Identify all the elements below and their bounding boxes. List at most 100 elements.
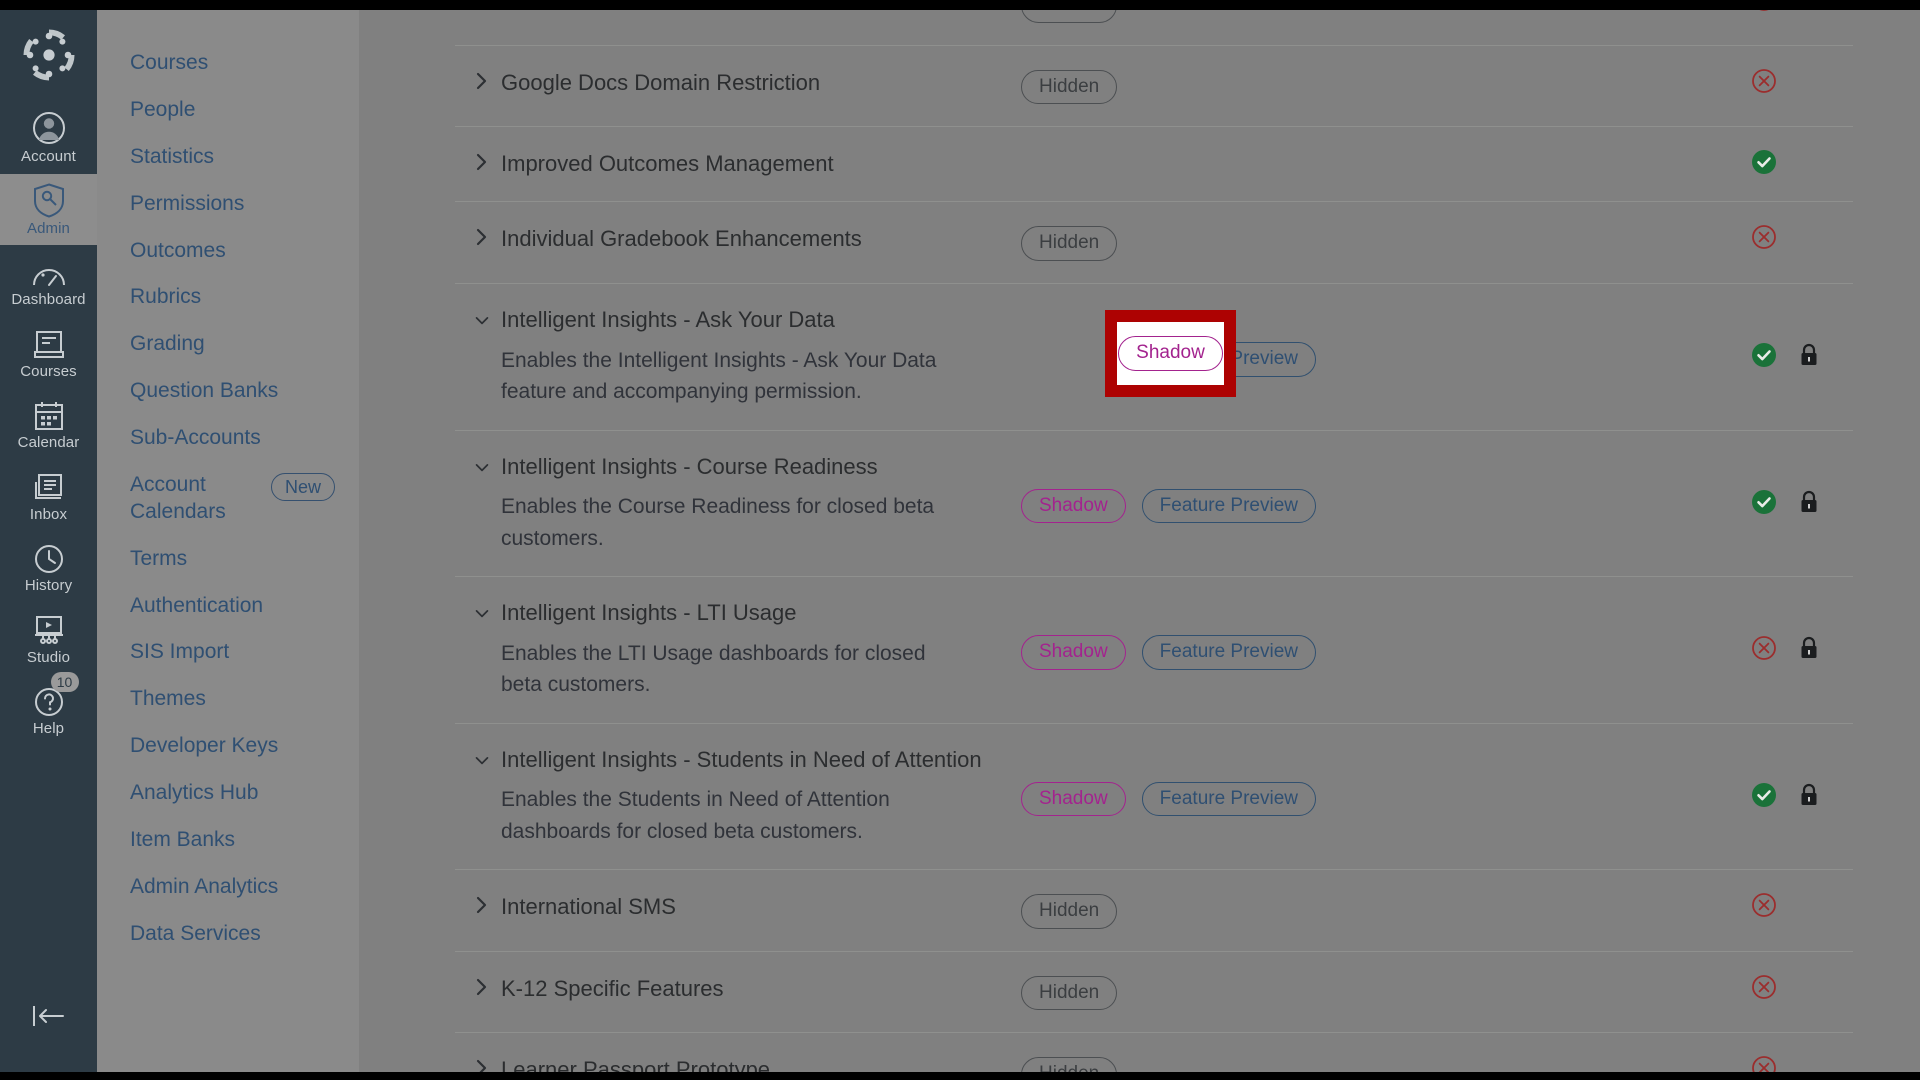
feature-flag-title: Intelligent Insights - Course Readiness (501, 453, 878, 479)
feature-flag-tags: Shadow Feature Preview (1021, 453, 1401, 524)
account-nav-item-authentication[interactable]: Authentication (97, 583, 359, 630)
account-nav-label: People (130, 97, 196, 121)
chevron-right-icon[interactable] (475, 978, 489, 996)
hidden-tag[interactable]: Hidden (1021, 894, 1118, 929)
global-nav-item-help[interactable]: 10 Help (0, 672, 97, 746)
account-nav-item-developer-keys[interactable]: Developer Keys (97, 723, 359, 770)
account-nav-item-rubrics[interactable]: Rubrics (97, 274, 359, 321)
global-nav-item-dashboard[interactable]: Dashboard (0, 245, 97, 317)
feature-flag-title: Intelligent Insights - LTI Usage (501, 600, 797, 626)
lock-icon (1799, 636, 1819, 660)
status-enabled-icon[interactable] (1751, 782, 1777, 808)
status-enabled-icon[interactable] (1751, 489, 1777, 515)
feature-flag-description: Enables the Intelligent Insights - Ask Y… (501, 348, 937, 404)
account-nav-label: Admin Analytics (130, 874, 279, 898)
shadow-tag[interactable]: Shadow (1021, 635, 1126, 670)
chevron-right-icon[interactable] (475, 153, 489, 171)
feature-flag-description: Enables the Students in Need of Attentio… (501, 788, 890, 843)
clock-icon (33, 537, 65, 575)
status-disabled-icon[interactable] (1751, 224, 1777, 250)
chevron-down-icon[interactable] (475, 608, 489, 620)
studio-screen-icon (31, 609, 67, 647)
status-disabled-icon[interactable] (1751, 892, 1777, 918)
global-nav-label: Help (32, 720, 65, 737)
feature-flag-tags: Shadow Feature Preview (1021, 599, 1401, 670)
global-nav-item-studio[interactable]: Studio (0, 603, 97, 675)
feature-flag-tags: Hidden (1021, 892, 1401, 929)
chevron-down-icon[interactable] (475, 755, 489, 767)
feature-flag-tags: Hidden (1021, 974, 1401, 1011)
gauge-icon (31, 251, 67, 289)
global-nav-label: Courses (20, 362, 77, 380)
account-nav-item-themes[interactable]: Themes (97, 676, 359, 723)
global-nav-item-courses[interactable]: Courses (0, 317, 97, 389)
shadow-tag[interactable]: Shadow (1021, 488, 1126, 524)
account-navigation: Courses People Statistics Permissions Ou… (97, 0, 359, 1080)
feature-flag-status (1721, 149, 1853, 175)
collapse-nav-icon[interactable] (23, 996, 75, 1036)
annotation-highlight-box: Shadow (1105, 310, 1236, 397)
account-nav-item-question-banks[interactable]: Question Banks (97, 368, 359, 415)
account-nav-item-data-services[interactable]: Data Services (97, 911, 359, 958)
global-nav-item-inbox[interactable]: Inbox (0, 460, 97, 532)
status-disabled-icon[interactable] (1751, 635, 1777, 661)
status-disabled-icon[interactable] (1751, 68, 1777, 94)
feature-flag-title: International SMS (501, 894, 676, 920)
global-nav-item-history[interactable]: History (0, 531, 97, 603)
account-nav-item-grading[interactable]: Grading (97, 321, 359, 368)
account-nav-label: Authentication (130, 593, 264, 617)
feature-preview-tag[interactable]: Feature Preview (1141, 488, 1317, 524)
account-nav-list: Courses People Statistics Permissions Ou… (97, 40, 359, 958)
account-nav-item-courses[interactable]: Courses (97, 40, 359, 87)
account-nav-item-permissions[interactable]: Permissions (97, 181, 359, 228)
shadow-tag[interactable]: Shadow (1021, 781, 1126, 817)
account-nav-item-people[interactable]: People (97, 87, 359, 134)
chevron-down-icon[interactable] (475, 462, 489, 474)
feature-flag-row: K-12 Specific Features Hidden (455, 952, 1853, 1034)
account-nav-item-statistics[interactable]: Statistics (97, 134, 359, 181)
feature-flag-row: Intelligent Insights - Students in Need … (455, 724, 1853, 871)
hidden-tag[interactable]: Hidden (1021, 975, 1118, 1011)
account-nav-item-sis-import[interactable]: SIS Import (97, 629, 359, 676)
account-nav-item-item-banks[interactable]: Item Banks (97, 817, 359, 864)
chevron-right-icon[interactable] (475, 72, 489, 90)
chevron-right-icon[interactable] (475, 228, 489, 246)
feature-flag-tags: Shadow Feature Preview (1021, 746, 1401, 817)
chevron-down-icon[interactable] (475, 315, 489, 327)
feature-flag-row: Individual Gradebook Enhancements Hidden (455, 202, 1853, 285)
hidden-tag[interactable]: Hidden (1021, 226, 1118, 262)
new-badge: New (270, 472, 335, 502)
global-nav-item-admin[interactable]: Admin (0, 173, 97, 245)
status-disabled-icon[interactable] (1751, 974, 1777, 1000)
global-nav-item-account[interactable]: Account (0, 102, 97, 174)
feature-flag-status (1721, 635, 1853, 661)
status-enabled-icon[interactable] (1751, 149, 1777, 175)
account-nav-item-terms[interactable]: Terms (97, 536, 359, 583)
account-nav-item-admin-analytics[interactable]: Admin Analytics (97, 864, 359, 911)
feature-preview-tag[interactable]: Feature Preview (1141, 635, 1317, 670)
feature-preview-tag[interactable]: Feature Preview (1141, 781, 1317, 817)
global-nav-label: Account (21, 148, 76, 165)
account-nav-label: Terms (130, 546, 188, 570)
feature-flag-title: Individual Gradebook Enhancements (501, 226, 862, 252)
account-nav-item-account-calendars[interactable]: Account Calendars New (97, 462, 359, 536)
shadow-tag-highlighted[interactable]: Shadow (1118, 336, 1223, 371)
status-enabled-icon[interactable] (1751, 342, 1777, 368)
user-circle-icon (31, 108, 67, 146)
account-nav-item-analytics-hub[interactable]: Analytics Hub (97, 770, 359, 817)
lock-icon (1799, 343, 1819, 367)
global-nav-label: Inbox (29, 505, 68, 523)
feature-flag-tags: Hidden (1021, 224, 1401, 262)
chevron-right-icon[interactable] (475, 896, 489, 914)
global-nav-item-calendar[interactable]: Calendar (0, 388, 97, 460)
hidden-tag[interactable]: Hidden (1021, 69, 1118, 105)
canvas-logo[interactable] (20, 26, 78, 84)
feature-flag-title: Google Docs Domain Restriction (501, 69, 821, 95)
feature-flag-status (1721, 892, 1853, 918)
account-nav-item-outcomes[interactable]: Outcomes (97, 228, 359, 275)
account-nav-label: Grading (130, 332, 205, 356)
feature-flag-status (1721, 342, 1853, 368)
account-nav-label: Developer Keys (130, 734, 279, 758)
account-nav-item-sub-accounts[interactable]: Sub-Accounts (97, 415, 359, 462)
letterbox-bottom (0, 1072, 1920, 1080)
